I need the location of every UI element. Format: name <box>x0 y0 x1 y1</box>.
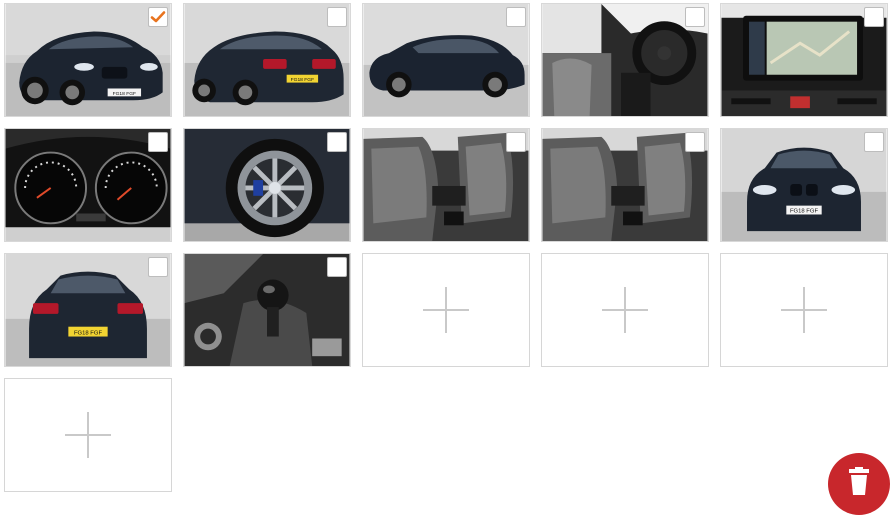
photo-tile[interactable] <box>362 128 530 242</box>
number-plate: FG18 FGF <box>113 91 136 97</box>
photo-tile[interactable] <box>541 3 709 117</box>
select-checkbox[interactable] <box>864 7 884 27</box>
add-photo-slot[interactable] <box>362 253 530 367</box>
number-plate: FG18 FGF <box>790 209 818 215</box>
select-checkbox[interactable] <box>327 7 347 27</box>
photo-tile[interactable]: FG18 FGF <box>720 128 888 242</box>
car-photo <box>542 129 708 241</box>
select-checkbox[interactable] <box>327 132 347 152</box>
photo-tile[interactable]: FG18 FGF <box>4 253 172 367</box>
photo-tile[interactable]: FG18 FGF <box>4 3 172 117</box>
photo-tile[interactable] <box>720 3 888 117</box>
photo-tile[interactable]: FG18 FGF <box>183 3 351 117</box>
trash-icon <box>849 467 869 495</box>
photo-gallery-grid: FG18 FGF FG18 FGF FG18 FGF FG18 FGF <box>4 3 888 492</box>
car-photo: FG18 FGF <box>5 4 171 116</box>
car-photo <box>184 254 350 366</box>
select-checkbox[interactable] <box>148 7 168 27</box>
photo-tile[interactable] <box>183 253 351 367</box>
select-checkbox[interactable] <box>148 132 168 152</box>
car-photo <box>184 129 350 241</box>
select-checkbox[interactable] <box>506 7 526 27</box>
number-plate: FG18 FGF <box>74 331 102 337</box>
select-checkbox[interactable] <box>685 132 705 152</box>
select-checkbox[interactable] <box>864 132 884 152</box>
plus-icon <box>423 287 469 333</box>
delete-button[interactable] <box>828 453 890 515</box>
plus-icon <box>781 287 827 333</box>
photo-tile[interactable] <box>362 3 530 117</box>
car-photo <box>5 129 171 241</box>
select-checkbox[interactable] <box>685 7 705 27</box>
car-photo: FG18 FGF <box>721 129 887 241</box>
add-photo-slot[interactable] <box>541 253 709 367</box>
select-checkbox[interactable] <box>327 257 347 277</box>
car-photo <box>542 4 708 116</box>
checkmark-icon <box>150 11 166 23</box>
plus-icon <box>65 412 111 458</box>
photo-tile[interactable] <box>183 128 351 242</box>
add-photo-slot[interactable] <box>4 378 172 492</box>
car-photo <box>721 4 887 116</box>
add-photo-slot[interactable] <box>720 253 888 367</box>
select-checkbox[interactable] <box>148 257 168 277</box>
car-photo: FG18 FGF <box>184 4 350 116</box>
plus-icon <box>602 287 648 333</box>
car-photo: FG18 FGF <box>5 254 171 366</box>
car-photo <box>363 4 529 116</box>
photo-tile[interactable] <box>4 128 172 242</box>
select-checkbox[interactable] <box>506 132 526 152</box>
number-plate: FG18 FGF <box>291 77 314 83</box>
car-photo <box>363 129 529 241</box>
photo-tile[interactable] <box>541 128 709 242</box>
